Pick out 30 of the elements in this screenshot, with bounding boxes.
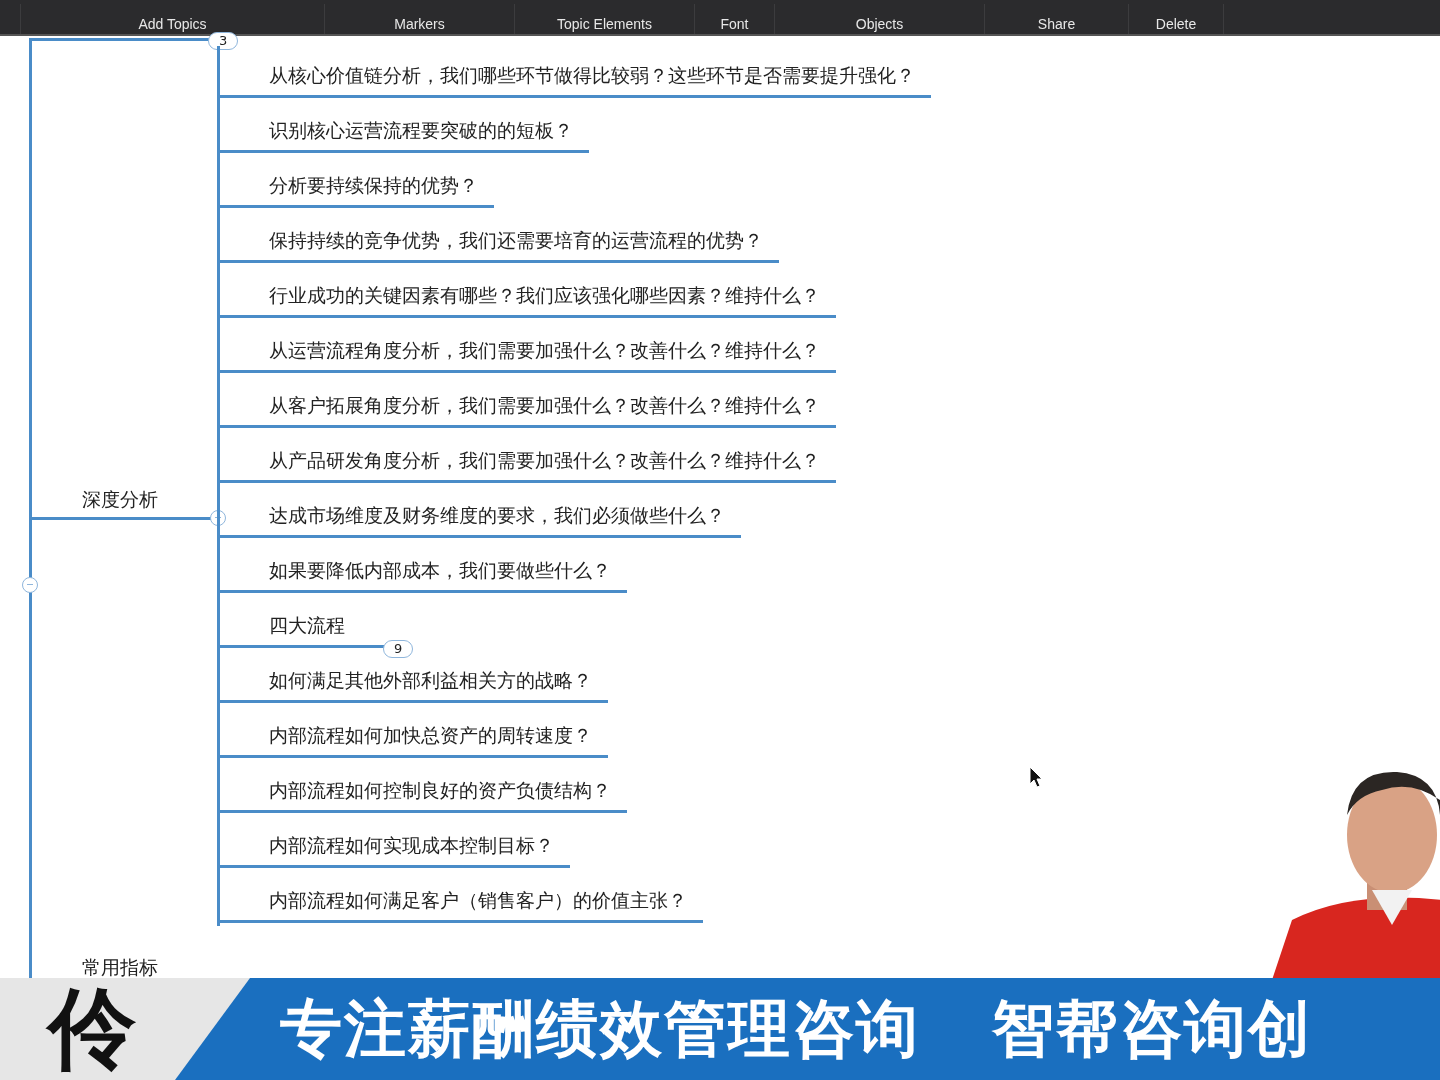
banner-text: 专注薪酬绩效管理咨询 [280, 991, 920, 1067]
subtopic[interactable]: 从客户拓展角度分析，我们需要加强什么？改善什么？维持什么？ [219, 393, 836, 428]
subtopic[interactable]: 分析要持续保持的优势？ [219, 173, 494, 208]
subtopic[interactable]: 从核心价值链分析，我们哪些环节做得比较弱？这些环节是否需要提升强化？ [219, 63, 931, 98]
toolbar-button[interactable]: Font [694, 4, 774, 34]
subtopic[interactable]: 达成市场维度及财务维度的要求，我们必须做些什么？ [219, 503, 741, 538]
subtopic[interactable]: 如果要降低内部成本，我们要做些什么？ [219, 558, 627, 593]
subtopic[interactable]: 识别核心运营流程要突破的的短板？ [219, 118, 589, 153]
cursor-icon [1029, 766, 1043, 788]
branch-topic[interactable]: 常用指标 [82, 955, 158, 981]
subtopic[interactable]: 内部流程如何实现成本控制目标？ [219, 833, 570, 868]
subtopic[interactable]: 内部流程如何加快总资产的周转速度？ [219, 723, 608, 758]
subtopic[interactable]: 四大流程 [219, 613, 385, 648]
branch-topic[interactable]: 深度分析 [82, 487, 158, 513]
subtopic[interactable]: 内部流程如何控制良好的资产负债结构？ [219, 778, 627, 813]
collapsed-count-badge[interactable]: 9 [383, 640, 414, 658]
toolbar-button[interactable]: Delete [1128, 4, 1224, 34]
toolbar-button[interactable]: Topic Elements [514, 4, 694, 34]
subtopic[interactable]: 从运营流程角度分析，我们需要加强什么？改善什么？维持什么？ [219, 338, 836, 373]
banner-text: 智帮咨询创 [992, 991, 1312, 1067]
subtopic[interactable]: 从产品研发角度分析，我们需要加强什么？改善什么？维持什么？ [219, 448, 836, 483]
subtopic[interactable]: 行业成功的关键因素有哪些？我们应该强化哪些因素？维持什么？ [219, 283, 836, 318]
toolbar-button[interactable]: Objects [774, 4, 984, 34]
toolbar-button[interactable]: Share [984, 4, 1128, 34]
collapse-icon[interactable] [22, 577, 38, 593]
subtopic[interactable]: 如何满足其他外部利益相关方的战略？ [219, 668, 608, 703]
subtopic[interactable]: 保持持续的竞争优势，我们还需要培育的运营流程的优势？ [219, 228, 779, 263]
collapsed-count-badge[interactable]: 3 [208, 32, 239, 50]
toolbar-button[interactable]: Markers [324, 4, 514, 34]
subtopic[interactable]: 内部流程如何满足客户（销售客户）的价值主张？ [219, 888, 703, 923]
